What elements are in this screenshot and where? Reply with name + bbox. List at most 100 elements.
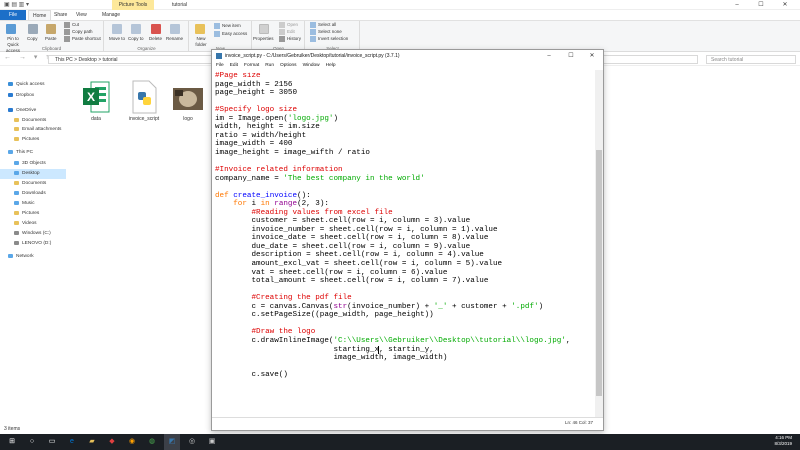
scrollbar-thumb[interactable] xyxy=(596,150,602,396)
folder-icon xyxy=(14,220,19,225)
menu-item[interactable]: Help xyxy=(326,63,336,68)
sidebar-item-label: Pictures xyxy=(22,137,40,142)
paste-shortcut-button[interactable]: Paste shortcut xyxy=(72,36,101,41)
tab-share[interactable]: Share xyxy=(50,10,71,20)
folder-icon xyxy=(14,126,19,131)
close-button[interactable]: ✕ xyxy=(774,0,796,10)
folder-icon xyxy=(14,230,19,235)
new-item-button[interactable]: New item xyxy=(222,23,241,28)
file-explorer-icon[interactable]: ▰ xyxy=(84,434,100,450)
move-to-button[interactable]: Move to xyxy=(109,36,125,42)
code-token: 'The best company in the world' xyxy=(283,174,425,183)
code-editor[interactable]: #Page size page_width = 2156 page_height =… xyxy=(212,72,595,417)
search-icon[interactable]: ○ xyxy=(24,434,40,450)
code-token: im = Image.open( xyxy=(215,114,288,123)
code-line: total_amount = sheet.cell(row = i, colum… xyxy=(215,277,489,286)
folder-icon xyxy=(14,200,19,205)
idle-menu-bar: File Edit Format Run Options Window Help xyxy=(212,62,603,70)
invert-selection-button[interactable]: Invert selection xyxy=(318,36,348,41)
sidebar-item[interactable]: Quick access xyxy=(0,80,66,90)
code-line: c.save() xyxy=(215,371,288,380)
menu-item[interactable]: Options xyxy=(280,63,297,68)
copy-to-button[interactable]: Copy to xyxy=(128,36,144,42)
select-all-icon xyxy=(310,22,316,28)
tab-file[interactable]: File xyxy=(0,10,26,20)
sidebar-item[interactable]: Videos xyxy=(0,219,66,229)
minimize-button[interactable]: – xyxy=(726,0,748,10)
sidebar-item[interactable]: This PC xyxy=(0,148,66,158)
tab-view[interactable]: View xyxy=(72,10,91,20)
rename-button[interactable]: Rename xyxy=(166,36,183,42)
copy-button[interactable]: Copy xyxy=(27,36,38,42)
tab-home[interactable]: Home xyxy=(28,10,52,20)
code-token: def xyxy=(215,191,229,200)
search-input[interactable]: Search tutorial xyxy=(706,55,796,64)
idle-editor-window[interactable]: invoice_script.py - C:/Users/Gebruiker/D… xyxy=(211,49,604,431)
tab-manage[interactable]: Manage xyxy=(98,10,124,20)
idle-close-button[interactable]: ✕ xyxy=(581,51,603,61)
file-item-invoice-script[interactable]: invoice_script xyxy=(124,80,164,122)
history-button[interactable]: History xyxy=(287,36,301,41)
code-line: for i in range(2, 3): xyxy=(215,200,595,209)
app-icon[interactable]: ◆ xyxy=(104,434,120,450)
copy-path-button[interactable]: Copy path xyxy=(72,29,93,34)
code-token: starting_x xyxy=(215,345,380,354)
menu-item[interactable]: Format xyxy=(244,63,259,68)
python-idle-taskbar-icon[interactable]: ◩ xyxy=(164,434,180,450)
sidebar-item[interactable]: Downloads xyxy=(0,189,66,199)
move-to-icon xyxy=(112,24,122,34)
edge-icon[interactable]: e xyxy=(64,434,80,450)
history-icon xyxy=(279,36,285,42)
chrome-icon[interactable]: ◉ xyxy=(124,434,140,450)
menu-item[interactable]: File xyxy=(216,63,224,68)
organize-group: Move to Copy to Delete Rename Organize xyxy=(105,21,189,51)
sidebar-item[interactable]: OneDrive xyxy=(0,106,66,116)
cut-button[interactable]: Cut xyxy=(72,22,79,27)
menu-item[interactable]: Window xyxy=(303,63,320,68)
paste-button[interactable]: Paste xyxy=(45,36,57,42)
code-token: '.pdf' xyxy=(511,302,539,311)
idle-minimize-button[interactable]: – xyxy=(538,51,560,61)
menu-item[interactable]: Edit xyxy=(230,63,238,68)
code-line: due_date = sheet.cell(row = i, column = … xyxy=(215,242,471,251)
sidebar-item[interactable]: Dropbox xyxy=(0,91,66,101)
code-line: invoice_number = sheet.cell(row = i, col… xyxy=(215,225,498,234)
sidebar-item[interactable]: LENOVO (D:) xyxy=(0,239,66,249)
new-item-icon xyxy=(214,23,220,29)
folder-icon xyxy=(14,160,19,165)
navigation-arrows[interactable]: ← → ▾ ↑ xyxy=(4,53,52,63)
app-icon[interactable]: ◍ xyxy=(144,434,160,450)
code-line: page_width = 2156 xyxy=(215,80,293,89)
code-token: str xyxy=(333,302,348,311)
file-item-logo[interactable]: logo xyxy=(168,80,208,122)
sidebar-item[interactable]: Pictures xyxy=(0,135,66,145)
edit-button[interactable]: Edit xyxy=(287,29,295,34)
app-icon[interactable]: ▣ xyxy=(204,434,220,450)
easy-access-button[interactable]: Easy access xyxy=(222,31,247,36)
sidebar-item[interactable]: Desktop xyxy=(0,169,66,179)
properties-button[interactable]: Properties xyxy=(253,36,274,42)
file-item-data[interactable]: X data xyxy=(76,80,116,122)
open-button[interactable]: Open xyxy=(287,22,298,27)
sidebar-item[interactable]: Email attachments xyxy=(0,125,66,135)
select-all-button[interactable]: Select all xyxy=(318,22,336,27)
menu-item[interactable]: Run xyxy=(265,63,274,68)
python-icon xyxy=(216,52,222,59)
select-none-button[interactable]: Select none xyxy=(318,29,342,34)
sidebar-item[interactable]: Music xyxy=(0,199,66,209)
system-clock[interactable]: 4:16 PM 8/3/2019 xyxy=(774,435,792,447)
maximize-button[interactable]: ☐ xyxy=(750,0,772,10)
sidebar-item[interactable]: 3D Objects xyxy=(0,159,66,169)
app-icon[interactable]: ◎ xyxy=(184,434,200,450)
delete-button[interactable]: Delete xyxy=(149,36,162,42)
sidebar-item[interactable]: Network xyxy=(0,252,66,262)
idle-maximize-button[interactable]: ☐ xyxy=(560,51,582,61)
sidebar-item[interactable]: Pictures xyxy=(0,209,66,219)
task-view-icon[interactable]: ▭ xyxy=(44,434,60,450)
start-icon[interactable]: ⊞ xyxy=(4,434,20,450)
sidebar-item[interactable]: Documents xyxy=(0,179,66,189)
sidebar-item[interactable]: Windows (C:) xyxy=(0,229,66,239)
file-name: invoice_script xyxy=(128,116,160,122)
quick-access-toolbar[interactable]: ▣ ▤ ▥ ▾ xyxy=(4,1,29,9)
